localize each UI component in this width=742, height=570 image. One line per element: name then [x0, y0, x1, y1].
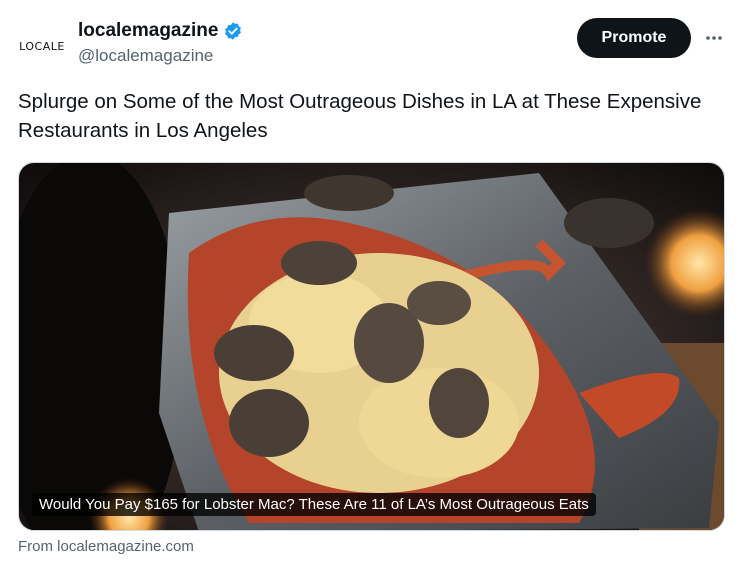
more-options-icon[interactable]	[700, 24, 728, 52]
avatar[interactable]: LOCALE	[18, 22, 66, 70]
card-source-link[interactable]: From localemagazine.com	[18, 538, 194, 555]
card-caption: Would You Pay $165 for Lobster Mac? Thes…	[32, 493, 596, 516]
link-card[interactable]: Would You Pay $165 for Lobster Mac? Thes…	[18, 162, 725, 531]
author-name-row: localemagazine	[78, 20, 243, 42]
handle[interactable]: @localemagazine	[78, 46, 213, 66]
verified-badge-icon	[223, 21, 243, 41]
tweet-text: Splurge on Some of the Most Outrageous D…	[18, 90, 702, 142]
promote-button[interactable]: Promote	[577, 18, 691, 58]
avatar-logo-text: LOCALE	[19, 39, 65, 53]
card-image	[19, 163, 724, 530]
display-name[interactable]: localemagazine	[78, 20, 218, 42]
